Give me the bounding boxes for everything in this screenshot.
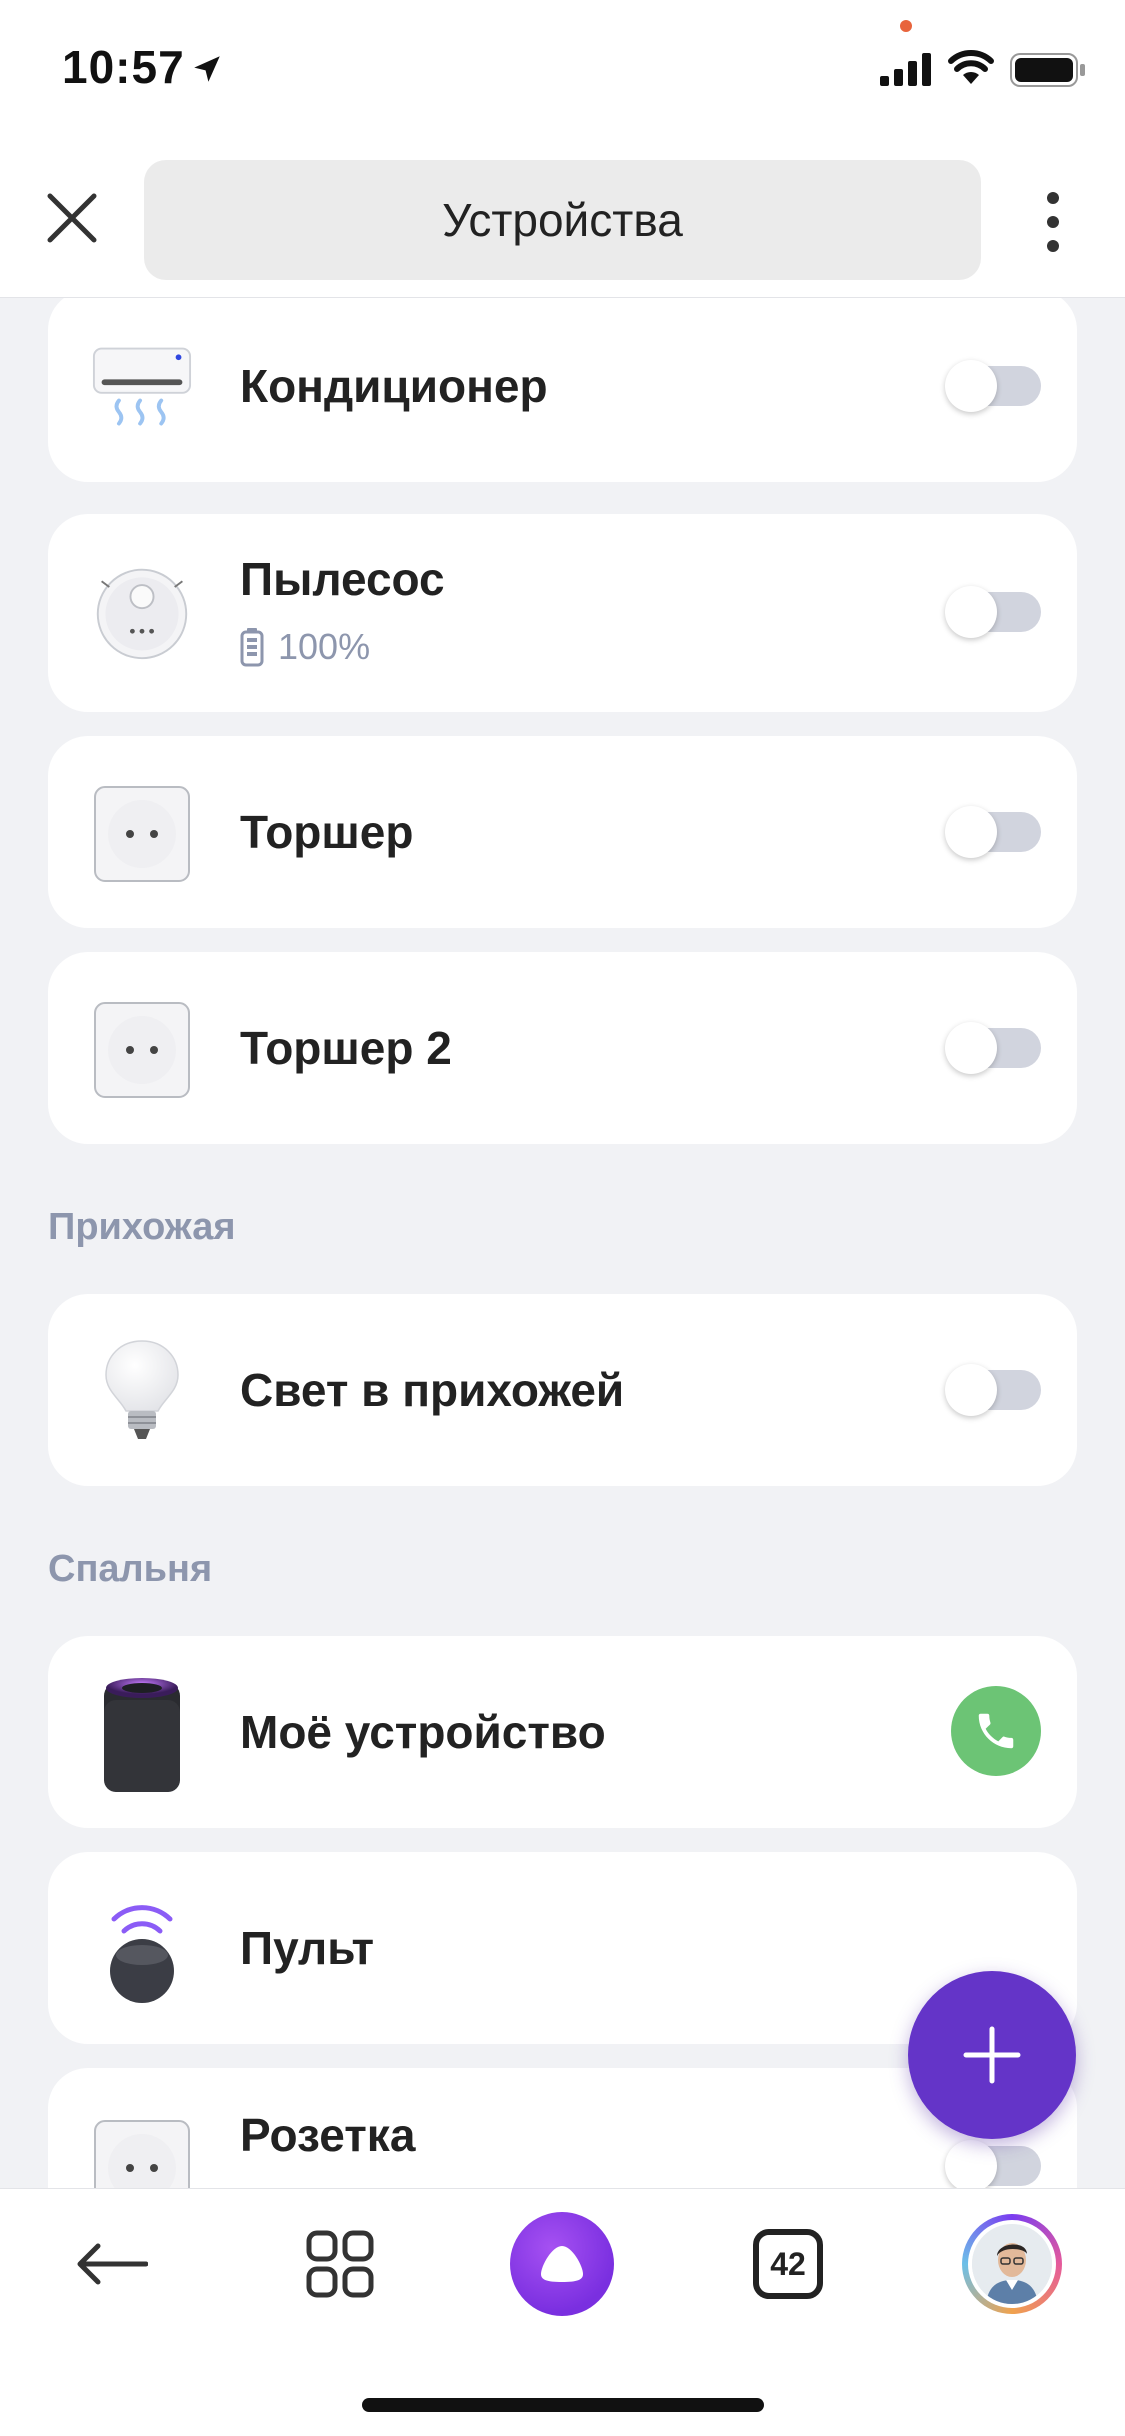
toggle-knob [945,2140,997,2188]
status-time: 10:57 [62,41,185,93]
close-icon[interactable] [44,190,100,246]
toggle-knob [945,360,997,412]
location-arrow-icon [194,56,220,82]
toggle-knob [945,1022,997,1074]
avatar [962,2214,1062,2314]
device-list: Кондиционер Пылесос 100% Торшер Торшер 2… [0,298,1125,2188]
nav-services-button[interactable] [300,2209,380,2319]
device-card-hallway-light[interactable]: Свет в прихожей [48,1294,1077,1486]
header: Устройства [0,140,1125,298]
device-card-floor-lamp-2[interactable]: Торшер 2 [48,952,1077,1144]
device-card-floor-lamp[interactable]: Торшер [48,736,1077,928]
back-arrow-icon [77,2243,148,2285]
socket-icon [92,2118,192,2188]
power-toggle[interactable] [945,2140,1041,2188]
nav-alice-button[interactable] [510,2209,614,2319]
battery-level-icon [240,628,264,667]
add-device-button[interactable] [908,1971,1076,2139]
home-indicator [362,2398,764,2412]
tabs-count: 42 [753,2229,823,2299]
light-bulb-icon [92,1340,192,1442]
status-bar: 10:57 [0,0,1125,140]
nav-profile-button[interactable] [962,2209,1062,2319]
nav-tabs-button[interactable]: 42 [746,2209,830,2319]
device-name: Торшер 2 [240,1022,452,1074]
remote-icon [92,1900,192,2003]
signal-icon [880,53,931,86]
section-title-hallway: Прихожая [48,1206,236,1248]
toggle-knob [945,586,997,638]
power-toggle[interactable] [945,1364,1041,1416]
privacy-indicator-dot [900,20,912,32]
socket-icon [92,1000,192,1100]
grid-icon [306,2230,374,2298]
device-name: Пылесос [240,553,445,605]
smart-speaker-icon [92,1678,192,1792]
device-card-my-device[interactable]: Моё устройство [48,1636,1077,1828]
robot-vacuum-icon [92,562,192,662]
section-title-bedroom: Спальня [48,1548,213,1590]
nav-back-button[interactable] [72,2209,152,2319]
wifi-icon [948,50,994,84]
air-conditioner-icon [92,338,192,438]
device-card-air-conditioner[interactable]: Кондиционер [48,298,1077,482]
device-name: Моё устройство [240,1706,606,1758]
power-toggle[interactable] [945,1022,1041,1074]
power-toggle[interactable] [945,586,1041,638]
alice-icon [510,2212,614,2316]
power-toggle[interactable] [945,806,1041,858]
power-toggle[interactable] [945,360,1041,412]
device-card-vacuum[interactable]: Пылесос 100% [48,514,1077,712]
device-name: Свет в прихожей [240,1364,625,1416]
page-title[interactable]: Устройства [144,160,981,280]
device-name: Розетка [240,2109,416,2161]
plus-icon [963,2026,1021,2084]
call-button[interactable] [951,1686,1041,1776]
device-name: Пульт [240,1922,375,1974]
device-name: Торшер [240,806,414,858]
device-name: Кондиционер [240,360,548,412]
more-vertical-icon[interactable] [1040,190,1066,254]
phone-icon [978,1713,1014,1749]
battery-status: 100% [240,626,370,668]
toggle-knob [945,806,997,858]
socket-icon [92,784,192,884]
battery-percent: 100% [278,626,371,667]
battery-icon [1010,53,1085,87]
toggle-knob [945,1364,997,1416]
